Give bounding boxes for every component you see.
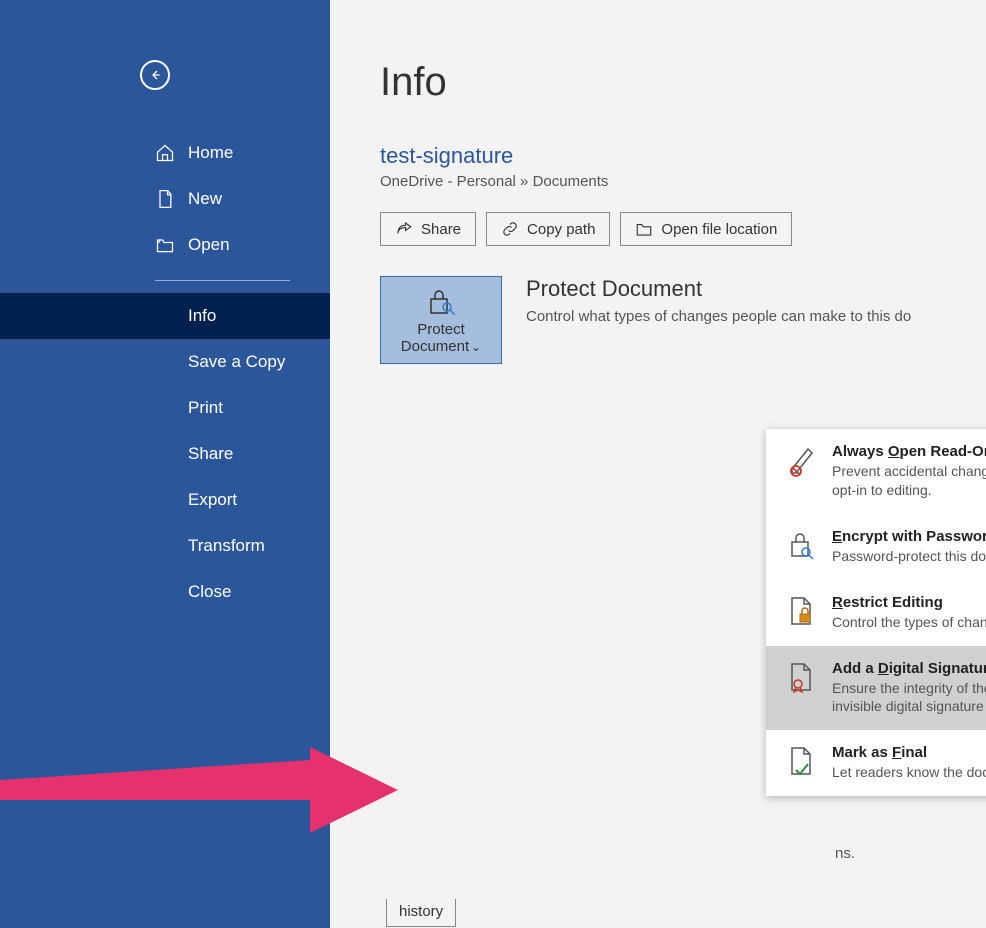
nav-label: Save a Copy (188, 352, 285, 372)
lock-key-icon (784, 528, 818, 562)
backstage-sidebar: Home New Open Info Save a Copy Print Sha… (0, 0, 330, 928)
nav-info[interactable]: Info (0, 293, 330, 339)
share-label: Share (421, 221, 461, 238)
dd-open-read-only[interactable]: Always Open Read-Only Prevent accidental… (766, 429, 986, 514)
page-title: Info (380, 60, 986, 105)
content-area: Info test-signature OneDrive - Personal … (330, 0, 986, 928)
chevron-down-icon: ⌄ (471, 340, 481, 354)
separator (155, 280, 290, 281)
nav-label: Export (188, 490, 237, 510)
dd-title: Encrypt with Password (832, 528, 986, 545)
nav-label: Close (188, 582, 231, 602)
folder-icon (155, 235, 175, 255)
dd-desc: Prevent accidental changes by asking rea… (832, 462, 986, 500)
pencil-no-icon (784, 443, 818, 477)
dd-mark-final[interactable]: Mark as Final Let readers know the docum… (766, 730, 986, 796)
protect-document-button[interactable]: Protect Document⌄ (380, 276, 502, 364)
copy-path-button[interactable]: Copy path (486, 212, 610, 246)
nav-label: Transform (188, 536, 265, 556)
nav-label: Print (188, 398, 223, 418)
history-button-cut[interactable]: history (386, 899, 456, 927)
nav-label: Share (188, 444, 233, 464)
doc-ribbon-icon (784, 660, 818, 694)
protect-btn-line2: Document (401, 338, 469, 355)
nav-print[interactable]: Print (0, 385, 330, 431)
nav-list: Home New Open Info Save a Copy Print Sha… (0, 130, 330, 615)
nav-open[interactable]: Open (0, 222, 330, 268)
dd-title: Restrict Editing (832, 594, 986, 611)
nav-transform[interactable]: Transform (0, 523, 330, 569)
dd-digital-signature[interactable]: Add a Digital Signature Ensure the integ… (766, 646, 986, 731)
protect-btn-line1: Protect (417, 321, 465, 338)
nav-export[interactable]: Export (0, 477, 330, 523)
nav-label: Info (188, 306, 216, 326)
protect-subtext: Control what types of changes people can… (526, 308, 911, 325)
share-icon (395, 220, 413, 238)
nav-label: Home (188, 143, 233, 163)
back-button[interactable] (140, 60, 170, 90)
dd-restrict-editing[interactable]: Restrict Editing Control the types of ch… (766, 580, 986, 646)
nav-share[interactable]: Share (0, 431, 330, 477)
copy-path-label: Copy path (527, 221, 595, 238)
dd-desc: Password-protect this document (832, 547, 986, 566)
document-name[interactable]: test-signature (380, 143, 986, 169)
doc-check-icon (784, 744, 818, 778)
open-location-button[interactable]: Open file location (620, 212, 792, 246)
file-actions: Share Copy path Open file location (380, 212, 986, 246)
nav-label: Open (188, 235, 230, 255)
dd-title: Always Open Read-Only (832, 443, 986, 460)
nav-close[interactable]: Close (0, 569, 330, 615)
dd-title: Add a Digital Signature (832, 660, 986, 677)
protect-text: Protect Document Control what types of c… (526, 276, 911, 325)
lock-key-icon (423, 287, 459, 317)
nav-save-copy[interactable]: Save a Copy (0, 339, 330, 385)
dd-title: Mark as Final (832, 744, 986, 761)
share-button[interactable]: Share (380, 212, 476, 246)
protect-document-dropdown: Always Open Read-Only Prevent accidental… (766, 429, 986, 796)
bg-text: ns. (835, 845, 855, 862)
protect-section: Protect Document⌄ Protect Document Contr… (380, 276, 986, 364)
dd-desc: Let readers know the document is final. (832, 763, 986, 782)
breadcrumb[interactable]: OneDrive - Personal » Documents (380, 173, 986, 190)
doc-lock-orange-icon (784, 594, 818, 628)
folder-icon (635, 220, 653, 238)
nav-home[interactable]: Home (0, 130, 330, 176)
dd-desc: Control the types of changes others can … (832, 613, 986, 632)
history-label: history (399, 903, 443, 920)
document-icon (155, 189, 175, 209)
link-icon (501, 220, 519, 238)
protect-heading: Protect Document (526, 276, 911, 302)
open-location-label: Open file location (661, 221, 777, 238)
nav-label: New (188, 189, 222, 209)
home-icon (155, 143, 175, 163)
dd-encrypt-password[interactable]: Encrypt with Password Password-protect t… (766, 514, 986, 580)
nav-new[interactable]: New (0, 176, 330, 222)
dd-desc: Ensure the integrity of the document by … (832, 679, 986, 717)
